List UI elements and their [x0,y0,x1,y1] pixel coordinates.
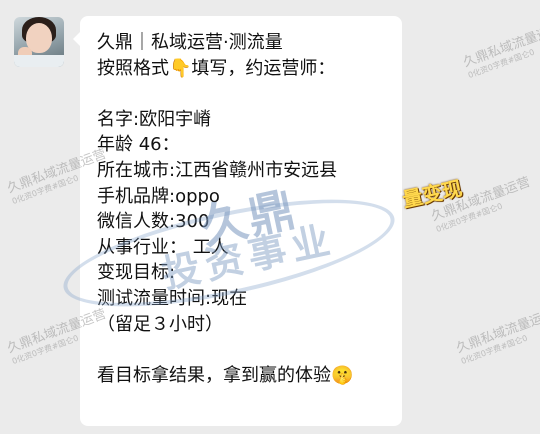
message-line: 久鼎｜私域运营·测流量 [97,32,283,53]
message-line: 按照格式👇填写，约运营师： [97,57,336,79]
message-line: 看目标拿结果，拿到赢的体验🤫 [97,364,354,386]
message-line: 年龄 46： [97,134,180,156]
message-line: 所在城市:江西省赣州市安远县 [97,159,338,181]
message-line: （留足３小时） [97,313,223,335]
avatar-shirt [14,55,64,67]
message-line: 名字:欧阳宇嵴 [97,108,212,130]
message-line [97,337,397,363]
watermark-tile: 久鼎私域流量运营 0化资0字费#国仑0 [454,306,540,366]
avatar[interactable] [14,17,64,67]
watermark-tile: 久鼎私域流量运营 0化资0字费#国仑0 [461,20,540,80]
message-line [97,81,397,107]
